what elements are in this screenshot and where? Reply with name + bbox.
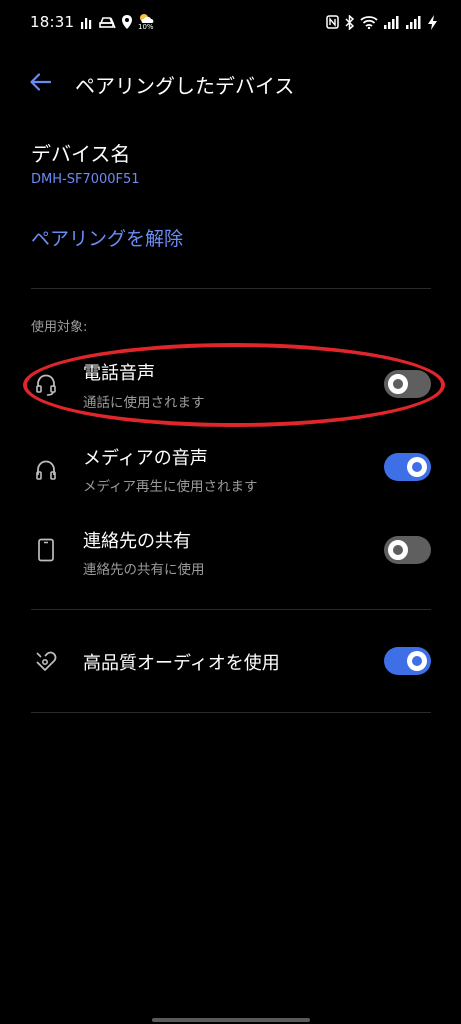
divider (31, 609, 431, 610)
weather-percent: 10% (138, 23, 154, 31)
phone-contacts-icon (30, 534, 62, 566)
section-label-use-for: 使用対象: (31, 320, 88, 335)
unpair-button[interactable]: ペアリングを解除 (31, 224, 183, 251)
back-button[interactable] (22, 66, 58, 98)
bluetooth-icon (345, 14, 354, 30)
charging-icon (428, 14, 437, 30)
wifi-icon (360, 16, 378, 29)
profile-row-phone-audio[interactable]: 電話音声 通話に使用されます (0, 350, 461, 420)
home-indicator[interactable] (152, 1018, 310, 1022)
phone-audio-toggle[interactable] (384, 370, 431, 398)
contact-sharing-toggle[interactable] (384, 536, 431, 564)
app-bar: ペアリングしたデバイス (0, 58, 461, 106)
profile-title: 電話音声 (83, 363, 155, 384)
signal-bars-icon (81, 17, 92, 29)
weather-icon: 10% (138, 12, 156, 32)
cell-signal-icon (384, 15, 399, 29)
location-icon (122, 15, 132, 29)
profile-title: 連絡先の共有 (83, 531, 191, 552)
status-left-icons: 10% (81, 12, 156, 32)
hd-audio-icon (30, 645, 62, 677)
cell-signal-icon (406, 15, 421, 29)
device-name-label: デバイス名 (31, 142, 131, 166)
profile-title: メディアの音声 (83, 448, 208, 469)
profile-subtitle: 連絡先の共有に使用 (83, 562, 205, 578)
divider (31, 712, 431, 713)
arrow-back-icon (30, 73, 51, 91)
status-bar: 18:31 10% (0, 0, 461, 46)
profile-row-contact-sharing[interactable]: 連絡先の共有 連絡先の共有に使用 (0, 520, 461, 590)
hd-audio-toggle[interactable] (384, 647, 431, 675)
page-title: ペアリングしたデバイス (75, 74, 295, 98)
profile-subtitle: メディア再生に使用されます (83, 479, 258, 495)
headphones-icon (30, 454, 62, 486)
toggle-knob (388, 540, 408, 560)
toggle-knob (407, 457, 427, 477)
device-name-value[interactable]: DMH-SF7000F51 (31, 172, 140, 187)
profile-row-media-audio[interactable]: メディアの音声 メディア再生に使用されます (0, 435, 461, 505)
nfc-icon (326, 15, 339, 29)
car-icon (99, 16, 116, 28)
hd-audio-title: 高品質オーディオを使用 (83, 653, 280, 674)
toggle-knob (388, 374, 408, 394)
headset-mic-icon (30, 369, 62, 401)
hd-audio-row[interactable]: 高品質オーディオを使用 (0, 627, 461, 697)
profile-subtitle: 通話に使用されます (83, 395, 205, 411)
status-time: 18:31 (30, 13, 75, 31)
divider (31, 288, 431, 289)
media-audio-toggle[interactable] (384, 453, 431, 481)
toggle-knob (407, 651, 427, 671)
status-right-icons (326, 13, 437, 31)
